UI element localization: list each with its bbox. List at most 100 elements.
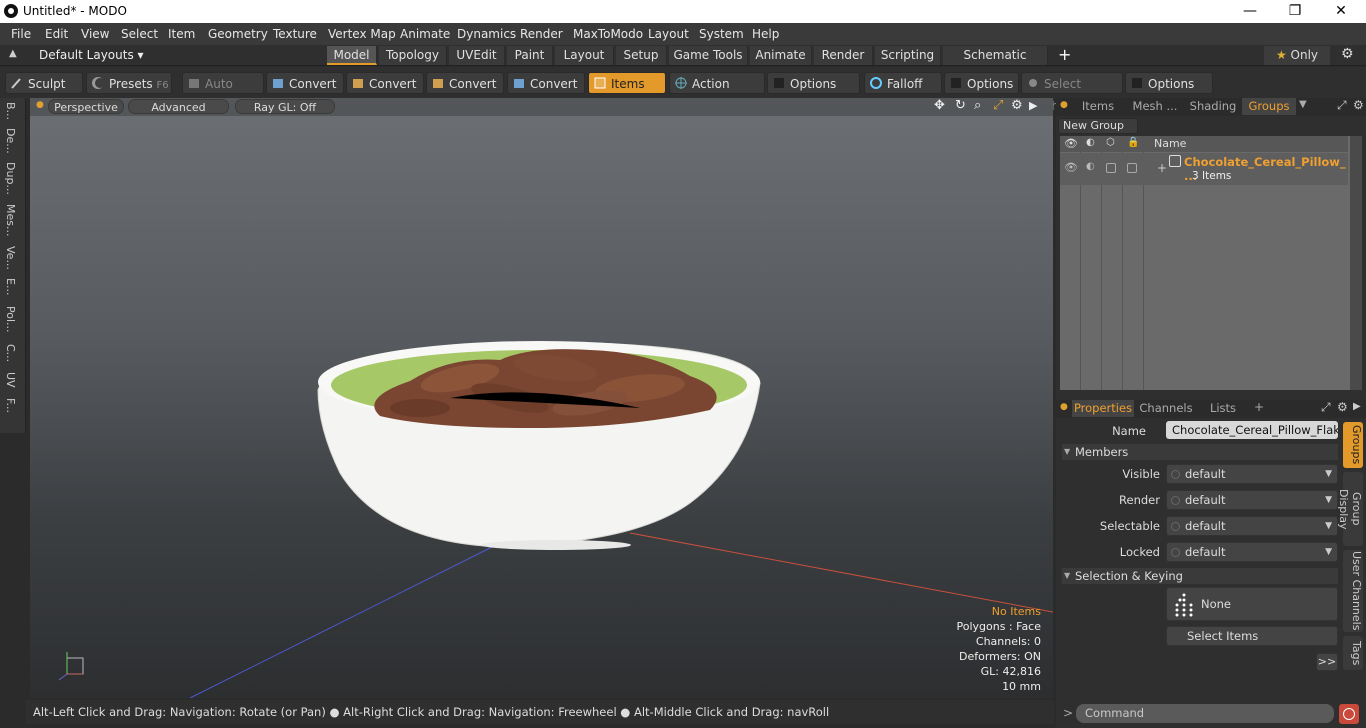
locked-dropdown[interactable]: default ▼ <box>1166 542 1338 562</box>
zoom-view-icon[interactable]: ⌕ <box>974 98 981 113</box>
menu-animate[interactable]: Animate <box>400 27 450 41</box>
advanced-dropdown[interactable]: Advanced <box>128 99 229 114</box>
tab-model[interactable]: Model <box>327 46 377 65</box>
convert-button-3[interactable]: Convert <box>426 72 504 94</box>
tab-uvedit[interactable]: UVEdit <box>449 46 505 65</box>
items-button[interactable]: Items <box>588 72 666 94</box>
render-dropdown[interactable]: default ▼ <box>1166 490 1338 510</box>
tab-schematic-fusion[interactable]: Schematic Fusion <box>943 46 1048 81</box>
add-props-tab-icon[interactable]: + <box>1254 400 1264 414</box>
tab-items[interactable]: Items <box>1074 98 1122 115</box>
left-tab-uv[interactable]: UV <box>4 372 17 388</box>
rotate-view-icon[interactable]: ↻ <box>955 98 966 113</box>
tab-properties[interactable]: Properties <box>1072 400 1134 417</box>
props-arrow-icon[interactable]: ▶ <box>1353 401 1361 412</box>
menu-maxtomodo[interactable]: MaxToModo <box>573 27 643 41</box>
tab-game-tools[interactable]: Game Tools <box>669 46 748 65</box>
side-tab-groups[interactable]: Groups <box>1343 422 1363 468</box>
tab-paint[interactable]: Paint <box>507 46 553 65</box>
options-button-3[interactable]: Options <box>1125 72 1213 94</box>
side-tab-user-channels[interactable]: User Channels <box>1343 550 1363 632</box>
left-tab-basic[interactable]: B... <box>4 102 17 120</box>
convert-button-1[interactable]: Convert <box>266 72 344 94</box>
menu-layout[interactable]: Layout <box>648 27 689 41</box>
viewport-menu-icon[interactable]: ● <box>36 100 44 110</box>
3d-viewport[interactable]: ● Perspective Advanced Ray GL: Off ✥ ↻ ⌕… <box>30 98 1053 698</box>
group-list-scrollbar[interactable] <box>1350 136 1362 390</box>
name-field[interactable]: Chocolate_Cereal_Pillow_Flakes_j <box>1166 421 1338 439</box>
menu-texture[interactable]: Texture <box>273 27 317 41</box>
visible-dropdown[interactable]: default ▼ <box>1166 464 1338 484</box>
menu-view[interactable]: View <box>81 27 109 41</box>
panel-settings-icon[interactable]: ⚙ <box>1353 98 1364 112</box>
tab-setup[interactable]: Setup <box>616 46 667 65</box>
menu-dynamics[interactable]: Dynamics <box>457 27 516 41</box>
tabs-dropdown-icon[interactable]: ▼ <box>1299 99 1307 110</box>
none-selector[interactable]: None <box>1166 587 1338 621</box>
presets-button[interactable]: Presets F6 <box>86 72 172 94</box>
tab-scripting[interactable]: Scripting <box>875 46 941 65</box>
menu-file[interactable]: File <box>11 27 31 41</box>
tab-topology[interactable]: Topology <box>379 46 447 65</box>
row-lock-checkbox[interactable] <box>1127 163 1137 173</box>
tab-lists[interactable]: Lists <box>1198 400 1248 417</box>
panel-menu-icon[interactable]: ● <box>1060 100 1068 110</box>
convert-button-4[interactable]: Convert <box>507 72 585 94</box>
side-tab-group-display[interactable]: Group Display <box>1337 472 1363 546</box>
options-button-2[interactable]: Options <box>944 72 1019 94</box>
props-settings-icon[interactable]: ⚙ <box>1337 400 1348 414</box>
view-settings-icon[interactable]: ⚙ <box>1011 98 1023 113</box>
auto-select-button[interactable]: Auto Select <box>182 72 264 113</box>
tab-animate[interactable]: Animate <box>750 46 812 65</box>
maximize-button[interactable]: ❐ <box>1285 2 1305 20</box>
group-row[interactable]: 👁 ◐ + Chocolate_Cereal_Pillow_ ... 3 Ite… <box>1060 153 1348 185</box>
props-menu-icon[interactable]: ● <box>1060 402 1068 412</box>
command-input[interactable]: Command <box>1076 704 1334 723</box>
select-items-button[interactable]: Select Items <box>1166 626 1338 646</box>
options-button-1[interactable]: Options <box>767 72 860 94</box>
left-tab-duplicate[interactable]: Dup... <box>4 162 17 195</box>
falloff-button[interactable]: Falloff <box>864 72 942 94</box>
menu-select[interactable]: Select <box>121 27 158 41</box>
expand-panel-icon[interactable]: ⤢ <box>1337 98 1347 113</box>
selectable-dropdown[interactable]: default ▼ <box>1166 516 1338 536</box>
menu-edit[interactable]: Edit <box>45 27 68 41</box>
selection-keying-section[interactable]: ▼ Selection & Keying <box>1062 568 1338 584</box>
select-through-button[interactable]: Select Through <box>1021 72 1123 113</box>
name-column-header[interactable]: Name <box>1154 137 1186 150</box>
side-tab-tags[interactable]: Tags <box>1343 636 1363 670</box>
action-center-button[interactable]: Action Center <box>669 72 765 113</box>
add-tab-icon[interactable]: + <box>1058 45 1071 64</box>
tab-shading[interactable]: Shading <box>1186 98 1240 115</box>
left-tab-mesh[interactable]: Mes... <box>4 204 17 236</box>
left-tab-deform[interactable]: De... <box>4 128 17 154</box>
row-render-icon[interactable]: ◐ <box>1086 161 1095 172</box>
tab-channels[interactable]: Channels <box>1138 400 1194 417</box>
raygl-dropdown[interactable]: Ray GL: Off <box>235 99 335 114</box>
left-tab-polygon[interactable]: Pol... <box>4 306 17 333</box>
left-tab-edge[interactable]: E... <box>4 278 17 295</box>
menu-help[interactable]: Help <box>752 27 779 41</box>
perspective-dropdown[interactable]: Perspective <box>48 99 124 114</box>
menu-geometry[interactable]: Geometry <box>208 27 268 41</box>
menu-render[interactable]: Render <box>520 27 563 41</box>
new-group-button[interactable]: New Group <box>1058 118 1138 134</box>
tab-groups[interactable]: Groups <box>1242 98 1296 115</box>
tab-render[interactable]: Render <box>814 46 873 65</box>
tab-layout[interactable]: Layout <box>555 46 614 65</box>
move-view-icon[interactable]: ✥ <box>934 98 945 113</box>
maximize-view-icon[interactable]: ⤢ <box>993 98 1003 113</box>
left-tab-curve[interactable]: C... <box>4 344 17 362</box>
layout-toggle-icon[interactable]: ▲ <box>9 48 17 59</box>
sculpt-button[interactable]: Sculpt <box>5 72 83 94</box>
menu-system[interactable]: System <box>699 27 744 41</box>
left-tab-fusion[interactable]: F... <box>4 398 17 413</box>
members-section[interactable]: ▼ Members <box>1062 444 1338 460</box>
select-column-icon[interactable]: ⬡ <box>1106 137 1115 148</box>
more-button[interactable]: >> <box>1316 653 1338 671</box>
view-arrow-icon[interactable]: ▶ <box>1029 99 1037 112</box>
visibility-column-icon[interactable]: 👁 <box>1064 137 1078 150</box>
tab-mesh[interactable]: Mesh ... <box>1126 98 1184 115</box>
left-tab-vertex[interactable]: Ve... <box>4 246 17 270</box>
menu-item[interactable]: Item <box>168 27 195 41</box>
